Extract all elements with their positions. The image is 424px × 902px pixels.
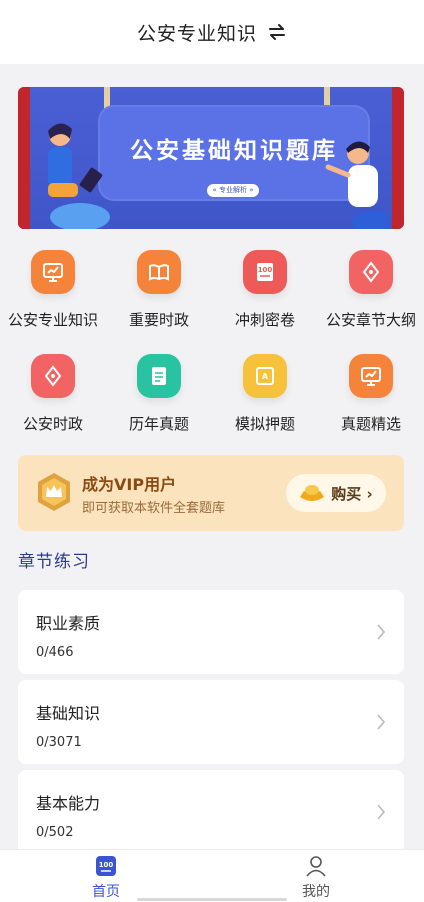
- nav-home-label: 首页: [92, 884, 120, 900]
- gold-ingot-icon: [300, 485, 325, 501]
- grid-item-selected-exams[interactable]: 真题精选: [318, 354, 424, 438]
- vip-title: 成为VIP用户: [82, 475, 177, 494]
- promo-banner[interactable]: 公安基础知识题库 « 专业解析 »: [18, 87, 404, 229]
- grid-item-mock-exam[interactable]: A 模拟押题: [212, 354, 318, 438]
- bottom-nav: 100 首页 我的: [0, 849, 424, 902]
- chapter-card[interactable]: 基础知识 0/3071: [18, 680, 404, 764]
- chapter-progress: 0/3071: [36, 735, 82, 750]
- chevron-right-icon: [377, 624, 386, 640]
- grid-label: 模拟押题: [234, 415, 295, 433]
- nav-mine[interactable]: 我的: [263, 855, 369, 901]
- grid-item-current-affairs[interactable]: 重要时政: [106, 250, 212, 334]
- pen-tip-icon: [349, 250, 393, 294]
- chapter-title: 基础知识: [36, 704, 101, 723]
- chapter-card[interactable]: 基本能力 0/502: [18, 770, 404, 854]
- banner-right-edge: [392, 87, 404, 229]
- chart-board-icon: [349, 354, 393, 398]
- vip-subtitle: 即可获取本软件全套题库: [82, 501, 226, 516]
- grid-label: 公安章节大纲: [325, 311, 416, 329]
- buy-label: 购买 ›: [331, 484, 373, 503]
- grid-item-police-knowledge[interactable]: 公安专业知识: [0, 250, 106, 334]
- chapter-progress: 0/502: [36, 825, 74, 840]
- home-100-icon: 100: [96, 856, 116, 876]
- user-icon: [306, 856, 326, 877]
- chapter-card[interactable]: 职业素质 0/466: [18, 590, 404, 674]
- swap-arrows-icon[interactable]: [267, 22, 287, 42]
- book-icon: [137, 250, 181, 294]
- banner-tag: « 专业解析 »: [207, 184, 259, 197]
- grid-label: 公安时政: [22, 415, 83, 433]
- chevron-right-icon: [377, 804, 386, 820]
- grid-item-past-exams[interactable]: 历年真题: [106, 354, 212, 438]
- grid-label: 真题精选: [340, 415, 401, 433]
- home-indicator[interactable]: [137, 898, 287, 901]
- grid-label: 冲刺密卷: [234, 311, 295, 329]
- category-grid: 公安专业知识 重要时政 100 冲刺密卷 公安章节大纲 公安时政 历年真题 A: [0, 250, 424, 438]
- chapter-title: 职业素质: [36, 614, 101, 633]
- score-100-icon: 100: [243, 250, 287, 294]
- document-icon: [137, 354, 181, 398]
- svg-text:A: A: [262, 372, 269, 381]
- svg-text:100: 100: [99, 861, 114, 869]
- buy-button[interactable]: 购买 ›: [286, 474, 386, 512]
- grid-item-chapter-outline[interactable]: 公安章节大纲: [318, 250, 424, 334]
- certificate-icon: A: [243, 354, 287, 398]
- person-presenting-illustration: [325, 141, 388, 229]
- top-header: 公安专业知识: [0, 0, 424, 64]
- chevron-right-icon: [377, 714, 386, 730]
- person-with-laptop-illustration: [48, 123, 110, 229]
- banner-left-edge: [18, 87, 30, 229]
- svg-text:100: 100: [258, 266, 273, 274]
- grid-item-sprint-papers[interactable]: 100 冲刺密卷: [212, 250, 318, 334]
- chapter-progress: 0/466: [36, 645, 74, 660]
- grid-item-police-affairs[interactable]: 公安时政: [0, 354, 106, 438]
- grid-label: 历年真题: [128, 415, 189, 433]
- grid-label: 重要时政: [128, 311, 189, 329]
- page-title: 公安专业知识: [136, 22, 257, 45]
- grid-label: 公安专业知识: [7, 311, 98, 329]
- section-title: 章节练习: [18, 552, 90, 572]
- crown-badge-icon: [38, 473, 70, 511]
- pen-tip-icon: [31, 354, 75, 398]
- chapter-title: 基本能力: [36, 794, 101, 813]
- vip-banner[interactable]: 成为VIP用户 即可获取本软件全套题库 购买 ›: [18, 455, 404, 531]
- nav-home[interactable]: 100 首页: [53, 855, 159, 901]
- chart-board-icon: [31, 250, 75, 294]
- nav-mine-label: 我的: [302, 884, 330, 900]
